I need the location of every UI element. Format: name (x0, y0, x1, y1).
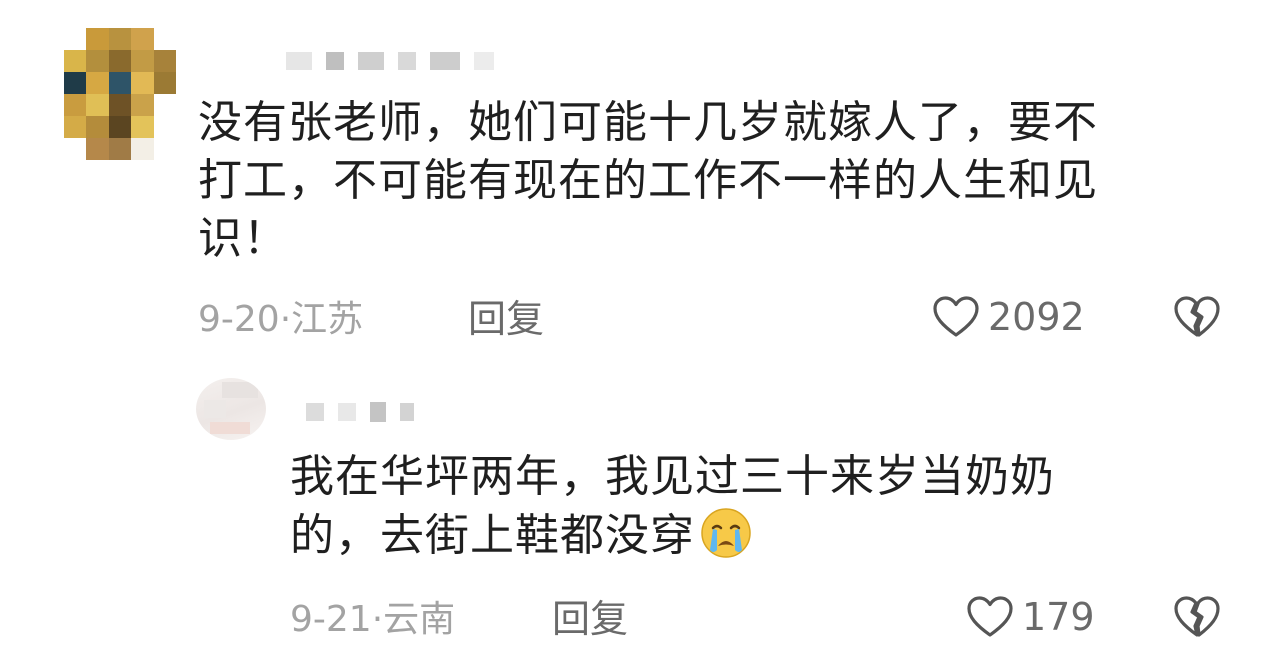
comment-line: 识！ (198, 213, 288, 264)
reply-location: 云南 (383, 599, 456, 640)
commenter-avatar[interactable] (64, 28, 176, 160)
crying-face-emoji (699, 506, 753, 560)
dislike-button[interactable] (1172, 295, 1222, 339)
meta-separator: · (371, 599, 384, 640)
replier-username-blurred[interactable] (306, 402, 414, 422)
dislike-button[interactable] (1172, 595, 1222, 639)
heart-outline-icon (966, 595, 1014, 639)
reply-button[interactable]: 回复 (468, 297, 544, 341)
reply-line: 我在华坪两年，我见过三十来岁当奶奶 (290, 451, 1055, 502)
reply-body: 我在华坪两年，我见过三十来岁当奶奶 的，去街上鞋都没穿 (290, 448, 1150, 565)
broken-heart-icon (1172, 295, 1222, 339)
broken-heart-icon (1172, 595, 1222, 639)
comment-location: 江苏 (291, 299, 364, 340)
reply-line: 的，去街上鞋都没穿 (290, 510, 695, 561)
reply-button[interactable]: 回复 (552, 597, 628, 641)
commenter-username-blurred[interactable] (286, 52, 494, 70)
reply-meta: 9-21·云南 (290, 598, 455, 642)
comment-date: 9-20 (198, 299, 280, 340)
comment-body: 没有张老师，她们可能十几岁就嫁人了，要不 打工，不可能有现在的工作不一样的人生和… (198, 94, 1198, 268)
like-count: 2092 (988, 295, 1085, 339)
heart-outline-icon (932, 295, 980, 339)
like-count: 179 (1022, 595, 1095, 639)
comment-line: 打工，不可能有现在的工作不一样的人生和见 (198, 155, 1098, 206)
comment-line: 没有张老师，她们可能十几岁就嫁人了，要不 (198, 97, 1098, 148)
meta-separator: · (279, 299, 292, 340)
like-button[interactable]: 2092 (932, 295, 1085, 339)
comment-meta: 9-20·江苏 (198, 298, 363, 342)
reply-date: 9-21 (290, 599, 372, 640)
replier-avatar[interactable] (196, 378, 266, 440)
like-button[interactable]: 179 (966, 595, 1095, 639)
